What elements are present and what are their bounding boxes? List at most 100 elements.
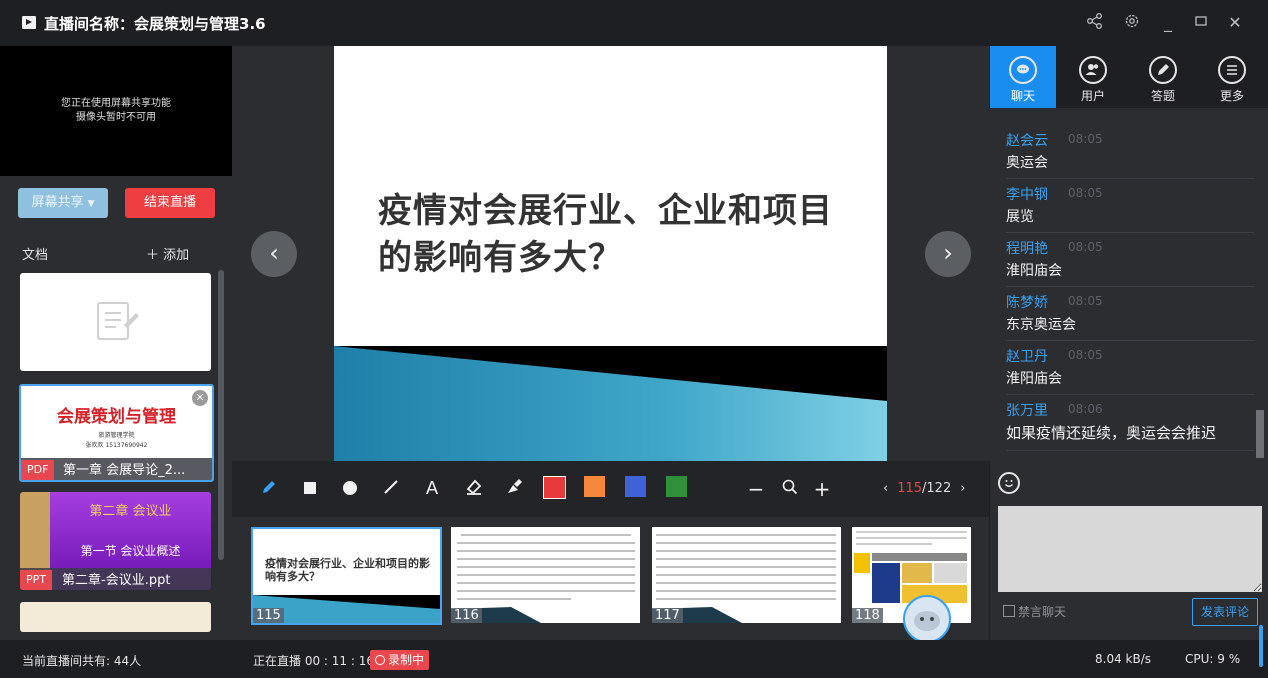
chat-time: 08:06 <box>1068 402 1103 416</box>
end-live-button[interactable]: 结束直播 <box>125 188 215 218</box>
zoom-out-button[interactable]: − <box>746 477 766 501</box>
status-bar <box>0 640 1268 678</box>
gear-icon[interactable] <box>1121 12 1143 34</box>
camera-notice-line2: 摄像头暂时不可用 <box>76 112 156 123</box>
share-icon[interactable] <box>1084 12 1106 34</box>
color-swatch-green[interactable] <box>666 476 687 497</box>
doc-thumb-sub1: 第一节 会议业概述 <box>80 544 181 558</box>
users-icon <box>1079 56 1107 84</box>
chat-time: 08:05 <box>1068 240 1103 254</box>
text-icon[interactable]: A <box>421 477 443 501</box>
minimize-icon[interactable]: _ <box>1157 12 1179 34</box>
add-document-button[interactable]: ＋ 添加 <box>146 244 189 263</box>
record-icon <box>375 655 385 665</box>
chat-message: 赵卫丹 08:05 淮阳庙会 <box>1006 340 1254 395</box>
slide-decoration <box>334 346 887 461</box>
tab-label: 用户 <box>1080 89 1105 103</box>
tab-users[interactable]: 用户 <box>1060 46 1126 108</box>
line-icon[interactable] <box>380 477 402 501</box>
chat-message: 程明艳 08:05 淮阳庙会 <box>1006 232 1254 287</box>
document-placeholder-icon <box>97 302 139 340</box>
document-name: 第二章-会议业.ppt <box>62 573 171 588</box>
camera-notice-line1: 您正在使用屏幕共享功能 <box>61 98 171 109</box>
doc-thumb-sub2: 张欢欢 15137690942 <box>85 442 148 449</box>
live-duration: 正在直播 00 : 11 : 16 <box>253 654 374 668</box>
network-speed: 8.04 kB/s <box>1095 652 1152 666</box>
chat-input[interactable] <box>998 506 1262 592</box>
send-comment-button[interactable]: 发表评论 <box>1192 598 1258 626</box>
emoji-icon[interactable] <box>998 472 1020 494</box>
remove-document-icon[interactable]: ✕ <box>192 390 208 406</box>
next-page-icon[interactable]: › <box>960 481 965 496</box>
thumbnail-number: 118 <box>852 608 883 623</box>
more-icon <box>1218 56 1246 84</box>
thumbnail-number: 115 <box>253 608 284 623</box>
screen-share-button[interactable]: 屏幕共享 ▼ <box>18 188 108 218</box>
maximize-icon[interactable] <box>1190 12 1212 34</box>
recording-label: 录制中 <box>388 653 425 667</box>
slide-thumbnail[interactable]: 116 <box>451 527 640 623</box>
chevron-down-icon: ▼ <box>87 199 95 209</box>
slide-thumbnail[interactable]: 疫情对会展行业、企业和项目的影响有多大？ 115 <box>251 527 442 625</box>
chat-time: 08:05 <box>1068 294 1103 308</box>
document-list-scrollbar[interactable] <box>218 270 224 560</box>
circle-icon[interactable] <box>339 477 361 501</box>
chat-time: 08:05 <box>1068 132 1103 146</box>
clear-icon[interactable] <box>503 477 525 501</box>
close-icon[interactable]: ✕ <box>1224 12 1246 34</box>
ppt-badge: PPT <box>20 570 52 590</box>
pen-icon[interactable] <box>258 477 280 501</box>
app-logo-icon <box>22 16 36 29</box>
search-icon[interactable] <box>779 477 801 501</box>
camera-notice: 您正在使用屏幕共享功能 摄像头暂时不可用 <box>0 97 232 125</box>
tab-label: 聊天 <box>1010 89 1035 103</box>
current-slide: 疫情对会展行业、企业和项目的影响有多大？ <box>334 46 887 461</box>
document-card-selected[interactable]: 会展策划与管理 旅游管理学院 张欢欢 15137690942 ✕ PDF 第一章… <box>19 384 214 482</box>
chat-time: 08:05 <box>1068 348 1103 362</box>
zoom-in-button[interactable]: + <box>812 477 832 501</box>
color-swatch-orange[interactable] <box>584 476 605 497</box>
chat-sender: 张万里 <box>1006 403 1048 419</box>
window-title: 直播间名称：会展策划与管理3.6 <box>44 15 266 33</box>
tab-label: 更多 <box>1219 89 1244 103</box>
tab-quiz[interactable]: 答题 <box>1130 46 1196 108</box>
doc-thumb-title: 会展策划与管理 <box>57 407 176 427</box>
thumbnail-number: 116 <box>451 608 482 623</box>
document-card[interactable] <box>20 602 211 632</box>
mute-chat-checkbox[interactable]: 禁言聊天 <box>1003 603 1066 620</box>
tab-chat[interactable]: 聊天 <box>990 46 1056 108</box>
prev-page-icon[interactable]: ‹ <box>883 481 888 496</box>
page-current: 115 <box>897 481 923 496</box>
chat-text: 东京奥运会 <box>1006 317 1076 333</box>
mute-chat-label: 禁言聊天 <box>1018 605 1067 619</box>
page-total: /122 <box>922 481 952 496</box>
chat-text: 淮阳庙会 <box>1006 263 1062 279</box>
checkbox-box[interactable] <box>1003 605 1015 617</box>
chat-scrollbar[interactable] <box>1256 410 1264 458</box>
eraser-icon[interactable] <box>463 477 485 501</box>
previous-slide-button[interactable]: ‹ <box>251 231 297 277</box>
chat-sender: 李中钢 <box>1006 187 1048 203</box>
document-card[interactable]: 第二章 会议业 第一节 会议业概述 PPT 第二章-会议业.ppt <box>20 492 211 590</box>
chat-message: 赵会云 08:05 奥运会 <box>1006 124 1254 179</box>
color-swatch-red[interactable] <box>543 476 566 499</box>
rectangle-icon[interactable] <box>299 477 321 501</box>
avatar[interactable] <box>903 595 951 643</box>
document-name: 第一章 会展导论_2... <box>63 463 186 478</box>
chat-text: 展览 <box>1006 209 1034 225</box>
chat-time: 08:05 <box>1068 186 1103 200</box>
color-swatch-blue[interactable] <box>625 476 646 497</box>
tab-more[interactable]: 更多 <box>1199 46 1265 108</box>
document-card[interactable] <box>20 273 211 371</box>
next-slide-button[interactable]: › <box>925 231 971 277</box>
cpu-usage: CPU: 9 % <box>1185 652 1241 666</box>
chat-sender: 陈梦娇 <box>1006 295 1048 311</box>
chat-sender: 赵会云 <box>1006 133 1048 149</box>
chat-message: 陈梦娇 08:05 东京奥运会 <box>1006 286 1254 341</box>
pdf-badge: PDF <box>21 460 55 480</box>
chat-text: 奥运会 <box>1006 155 1048 171</box>
chat-icon <box>1009 56 1037 84</box>
screen-share-label: 屏幕共享 <box>31 195 84 210</box>
slide-thumbnail[interactable]: 117 <box>652 527 841 623</box>
chat-message: 李中钢 08:05 展览 <box>1006 178 1254 233</box>
